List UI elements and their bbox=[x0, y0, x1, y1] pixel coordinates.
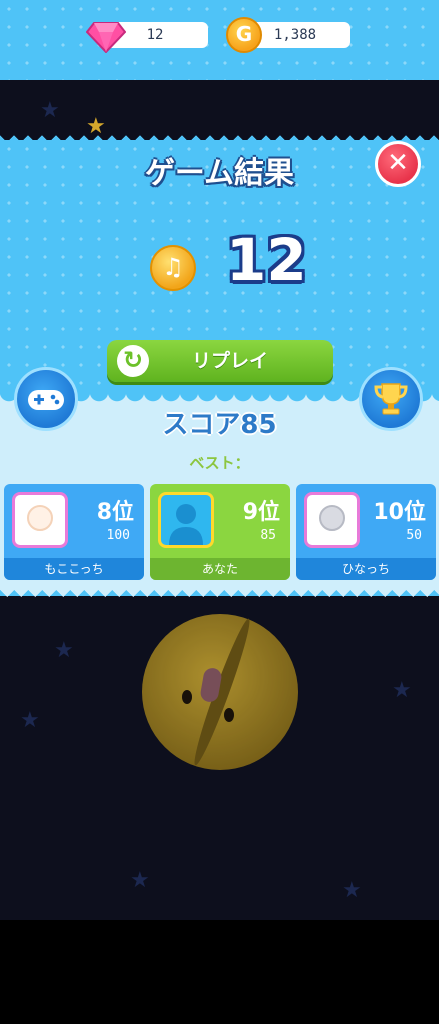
star-icon: ★ bbox=[40, 98, 60, 123]
ball-band bbox=[188, 616, 256, 768]
best-label: ベスト： bbox=[189, 454, 250, 472]
star-icon: ★ bbox=[342, 878, 362, 903]
ranking-card[interactable]: 10位 50 ひなっち bbox=[296, 484, 436, 580]
result-panel-bottom-edge bbox=[0, 590, 439, 604]
rank-score: 100 bbox=[106, 528, 130, 543]
close-icon: ✕ bbox=[387, 148, 409, 178]
character-ball bbox=[142, 614, 298, 770]
rank-player-name: あなた bbox=[150, 558, 290, 580]
coin-icon: G bbox=[226, 17, 262, 53]
star-icon: ★ bbox=[20, 708, 40, 733]
gem-icon bbox=[86, 22, 126, 53]
ball-eye bbox=[182, 690, 192, 704]
bird-face-icon bbox=[319, 505, 345, 531]
rank-position: 9位 bbox=[242, 500, 280, 525]
star-icon: ★ bbox=[392, 678, 412, 703]
rank-position: 10位 bbox=[373, 500, 426, 525]
avatar bbox=[158, 492, 214, 548]
rank-score: 50 bbox=[406, 528, 422, 543]
avatar bbox=[12, 492, 68, 548]
coins-earned: 12 bbox=[226, 226, 307, 294]
star-icon: ★ bbox=[54, 638, 74, 663]
avatar bbox=[304, 492, 360, 548]
result-panel-top-edge bbox=[0, 128, 439, 142]
ranking-card[interactable]: 8位 100 もここっち bbox=[4, 484, 144, 580]
alpaca-face-icon bbox=[27, 505, 53, 531]
rank-player-name: もここっち bbox=[4, 558, 144, 580]
bottom-bar bbox=[0, 920, 439, 1024]
rank-player-name: ひなっち bbox=[296, 558, 436, 580]
ball-eye bbox=[224, 708, 234, 722]
rank-score: 85 bbox=[260, 528, 276, 543]
score-text: スコア85 bbox=[162, 410, 277, 440]
ranking-card-me[interactable]: 9位 85 あなた bbox=[150, 484, 290, 580]
replay-button[interactable]: ↻ リプレイ bbox=[107, 340, 333, 382]
close-button[interactable]: ✕ bbox=[375, 141, 421, 187]
coin-icon: ♫ bbox=[150, 245, 196, 291]
star-icon: ★ bbox=[130, 868, 150, 893]
currency-bar bbox=[0, 0, 439, 80]
user-silhouette-icon bbox=[169, 504, 203, 545]
page-title: ゲーム結果 bbox=[144, 156, 295, 191]
replay-button-label: リプレイ bbox=[191, 350, 268, 372]
rank-position: 8位 bbox=[96, 500, 134, 525]
